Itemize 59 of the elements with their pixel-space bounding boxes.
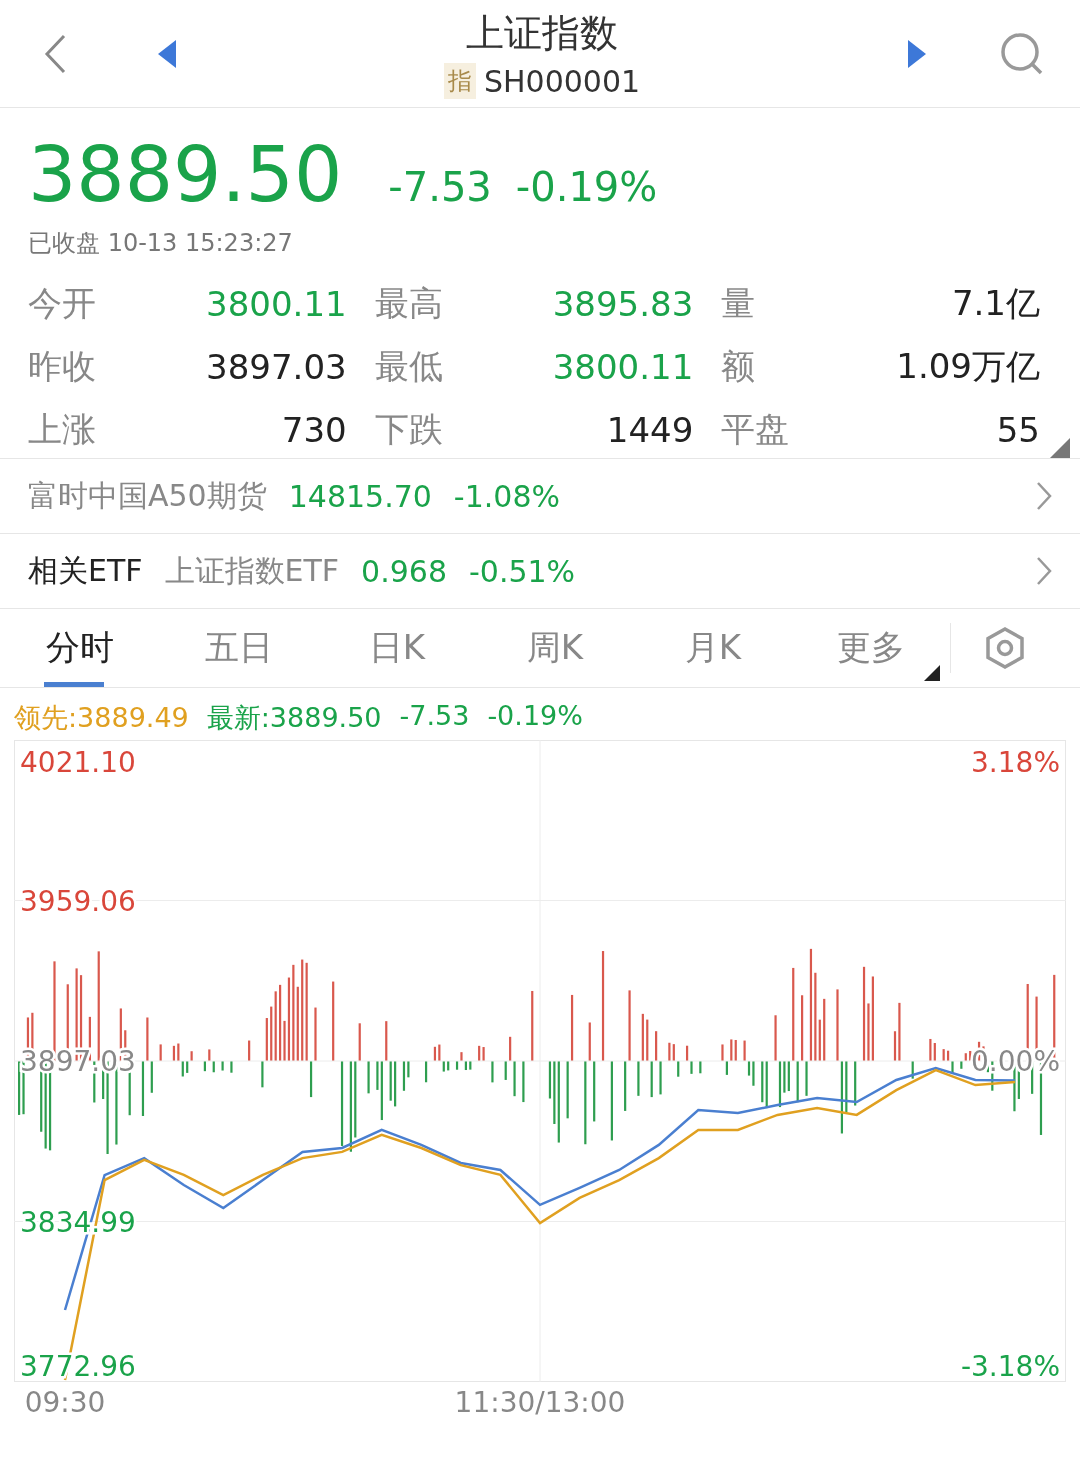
chart-tab[interactable]: 更多	[792, 609, 950, 687]
stat-label: 今开	[28, 281, 96, 325]
next-icon[interactable]	[908, 39, 926, 68]
settings-icon[interactable]	[985, 626, 1025, 670]
stat-value: 1449	[606, 409, 694, 450]
row-value: 14815.70	[288, 478, 432, 514]
price-tick: 4021.10	[20, 746, 136, 779]
market-status: 已收盘 10-13 15:23:27	[28, 228, 294, 259]
row-change: -1.08%	[453, 478, 560, 514]
legend-text: -0.19%	[487, 700, 583, 733]
stat-label: 昨收	[28, 344, 96, 388]
stat-label: 上涨	[28, 407, 96, 451]
stat-label: 额	[721, 344, 756, 388]
stat-value: 55	[996, 409, 1040, 450]
page-title: 上证指数	[466, 10, 618, 57]
stat-value: 1.09万亿	[896, 344, 1040, 388]
stat-label: 平盘	[721, 407, 790, 451]
stat-value: 3800.11	[206, 283, 347, 324]
stat-value: 7.1亿	[951, 281, 1040, 325]
chevron-icon	[1036, 481, 1052, 511]
fund-name: 上证指数ETF	[164, 551, 340, 590]
price-tick: 3959.06	[20, 884, 136, 918]
expand-icon[interactable]	[1050, 438, 1070, 458]
percent-tick: -3.18%	[960, 1350, 1060, 1382]
chevron-icon	[1036, 556, 1052, 586]
previous-icon[interactable]	[158, 39, 176, 68]
row-label: 富时中国A50期货	[28, 476, 267, 515]
stat-label: 量	[721, 281, 756, 325]
chart-tab[interactable]: 日K	[318, 609, 476, 687]
stat-label: 最低	[374, 344, 443, 388]
dropdown-corner-icon	[924, 665, 940, 681]
stat-value: 3800.11	[552, 346, 694, 387]
row-change: -0.51%	[469, 553, 576, 589]
index-badge: 指	[443, 63, 476, 99]
stat-label: 最高	[374, 281, 443, 325]
row-label: 相关ETF	[28, 551, 143, 590]
chart-tab[interactable]: 五日	[160, 609, 318, 687]
chart-tab[interactable]: 周K	[476, 609, 634, 687]
time-label: 09:30	[24, 1386, 106, 1419]
stat-value: 730	[281, 409, 347, 450]
chart-tab[interactable]: 月K	[634, 609, 792, 687]
legend-text: -7.53	[399, 700, 470, 733]
current-price: 3889.50	[28, 130, 343, 219]
percent-tick: 3.18%	[971, 746, 1060, 779]
percent-change: -0.19%	[515, 164, 658, 210]
chart-tab[interactable]: 分时	[0, 609, 160, 687]
legend-text: 领先:3889.49	[14, 701, 189, 735]
row-value: 0.968	[361, 553, 447, 589]
stock-code: SH000001	[483, 63, 641, 99]
related-row[interactable]: 富时中国A50期货 14815.70 -1.08%	[0, 459, 1080, 534]
related-row[interactable]: 相关ETF 上证指数ETF 0.968 -0.51%	[0, 534, 1080, 609]
stat-value: 3895.83	[552, 283, 694, 324]
legend-text: 最新:3889.50	[206, 701, 382, 735]
back-icon[interactable]	[44, 33, 66, 74]
price-change: -7.53	[388, 164, 492, 210]
stat-label: 下跌	[374, 407, 443, 451]
stat-value: 3897.03	[206, 346, 347, 387]
time-label: 11:30/13:00	[454, 1386, 626, 1419]
search-icon[interactable]	[1000, 31, 1044, 76]
